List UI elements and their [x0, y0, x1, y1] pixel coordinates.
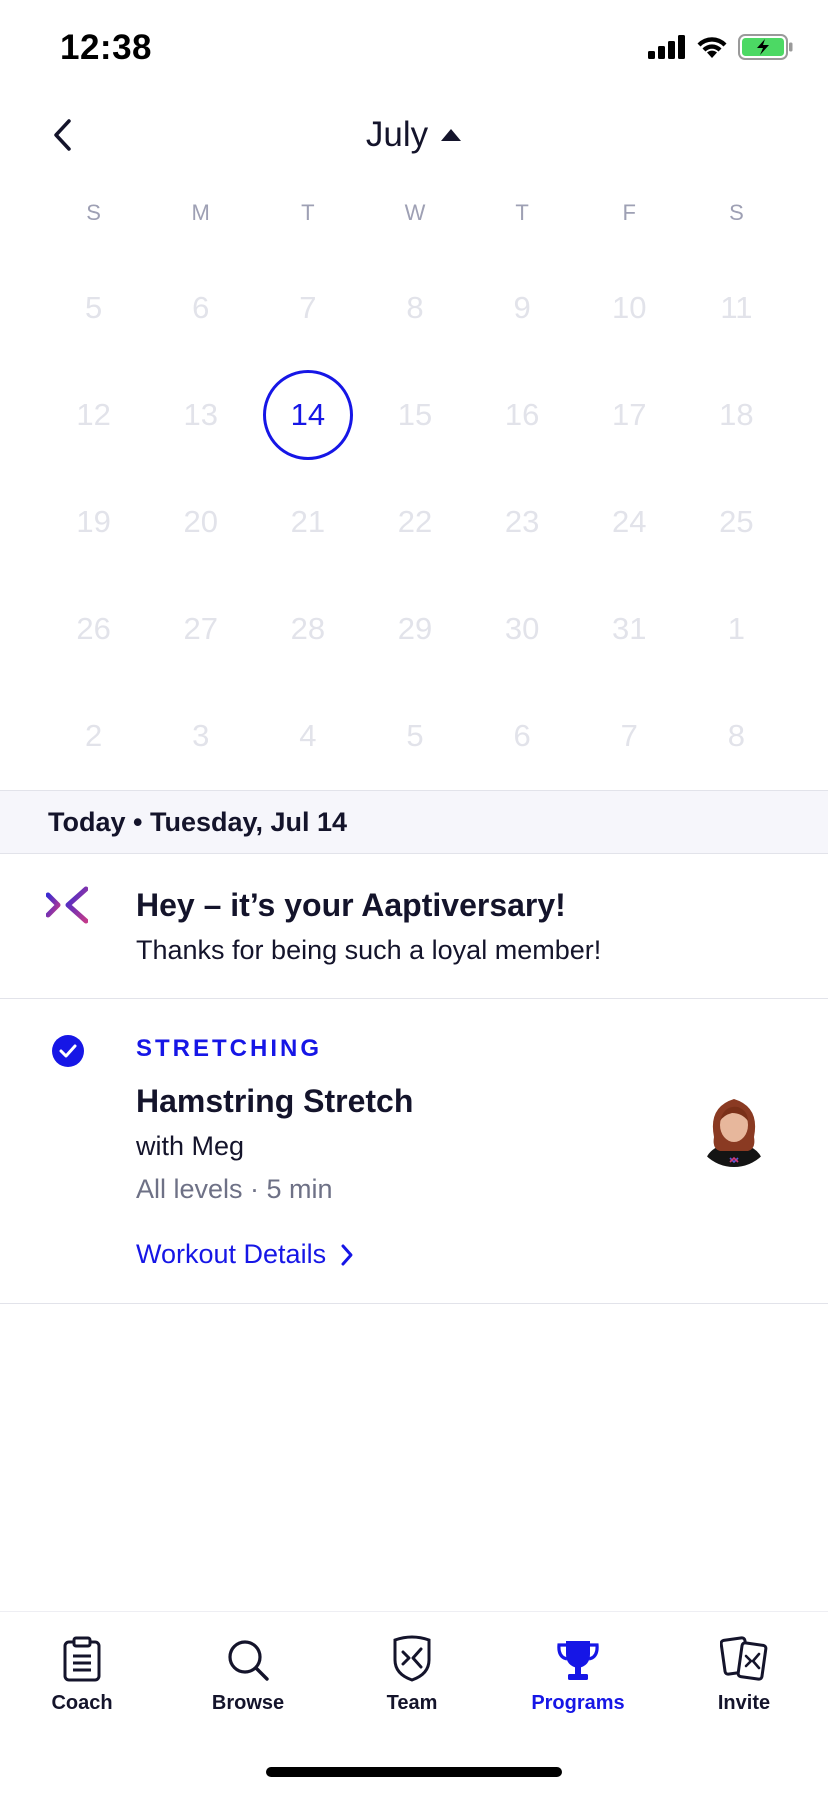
calendar-day-selected[interactable]: 14	[254, 361, 361, 468]
signal-icon	[648, 35, 685, 59]
weekday-label: S	[86, 200, 101, 225]
calendar-day: 5	[84, 289, 103, 325]
wifi-icon	[697, 37, 727, 58]
weekday-label: S	[729, 200, 744, 225]
search-icon	[228, 1640, 269, 1681]
calendar-day: 2	[84, 717, 103, 753]
tab-label: Coach	[51, 1692, 113, 1714]
caret-up-icon	[441, 129, 462, 141]
calendar-day: 7	[299, 289, 317, 325]
calendar-day: 18	[719, 396, 754, 432]
calendar-day: 31	[612, 610, 647, 646]
calendar-day: 6	[192, 289, 210, 325]
aaptiv-logo-icon	[46, 886, 88, 924]
calendar-day: 24	[612, 503, 647, 539]
calendar-day: 21	[290, 503, 326, 539]
calendar-day: 28	[290, 610, 326, 646]
weekday-label: T	[301, 200, 315, 225]
shield-icon	[393, 1635, 431, 1682]
tab-label: Invite	[717, 1692, 771, 1714]
calendar-day: 27	[183, 610, 218, 646]
tab-invite[interactable]: Invite	[669, 1626, 819, 1736]
calendar-day: 12	[76, 396, 111, 432]
calendar-day: 13	[183, 396, 218, 432]
tab-programs[interactable]: Programs	[503, 1626, 653, 1736]
calendar-day: 6	[513, 717, 531, 753]
chevron-left-icon	[54, 119, 71, 151]
status-icons	[648, 34, 794, 60]
tab-label: Team	[386, 1692, 438, 1714]
status-time: 12:38	[60, 28, 153, 67]
calendar-day: 29	[397, 610, 433, 646]
workout-details-link[interactable]: Workout Details	[136, 1239, 354, 1270]
calendar-day: 19	[76, 503, 111, 539]
calendar-day: 11	[720, 289, 753, 325]
calendar-day: 9	[513, 289, 531, 325]
tab-label: Programs	[531, 1692, 625, 1714]
today-date-label: Today • Tuesday, Jul 14	[48, 807, 348, 837]
workout-trainer: with Meg	[136, 1131, 245, 1161]
month-label: July	[365, 115, 429, 154]
calendar-day: 1	[727, 610, 746, 646]
selected-day-ring: 14	[262, 369, 353, 460]
aaptiversary-subtitle: Thanks for being such a loyal member!	[136, 935, 602, 965]
calendar-day: 23	[504, 503, 540, 539]
calendar-day: 8	[406, 289, 424, 325]
calendar-day: 17	[612, 396, 647, 432]
trophy-icon	[557, 1641, 599, 1680]
calendar-day: 4	[299, 717, 317, 753]
calendar-day: 15	[397, 396, 433, 432]
clipboard-icon	[63, 1636, 101, 1682]
weekday-row: S M T W T F S	[40, 200, 790, 226]
weekday-label: T	[515, 200, 529, 225]
aaptiversary-title: Hey – it’s your Aaptiversary!	[136, 887, 566, 923]
calendar-day: 16	[504, 396, 540, 432]
calendar-grid: 5 6 7 8 9 10 11 12 13 14 15 16 17 18 19 …	[40, 254, 790, 789]
weekday-label: W	[404, 200, 426, 225]
calendar-day: 3	[192, 717, 210, 753]
workout-meta: All levels · 5 min	[136, 1174, 333, 1204]
calendar-day: 7	[620, 717, 638, 753]
chevron-right-icon	[341, 1244, 353, 1265]
workout-details-label: Workout Details	[136, 1239, 327, 1269]
cards-icon	[720, 1636, 768, 1681]
calendar-day: 10	[612, 289, 647, 325]
workout-category: STRETCHING	[136, 1035, 322, 1062]
home-indicator	[266, 1767, 562, 1777]
completed-check-icon	[52, 1035, 84, 1067]
tab-browse[interactable]: Browse	[173, 1626, 323, 1736]
status-bar: 12:38	[0, 0, 828, 100]
tab-label: Browse	[211, 1692, 285, 1714]
tab-coach[interactable]: Coach	[7, 1626, 157, 1736]
bottom-tab-bar: Coach Browse Team Programs Invite	[0, 1611, 828, 1793]
calendar-day: 25	[719, 503, 754, 539]
calendar-day: 5	[406, 717, 424, 753]
calendar-day: 8	[727, 717, 746, 753]
back-button[interactable]	[42, 110, 82, 160]
calendar-header: July	[0, 100, 828, 170]
workout-card[interactable]: STRETCHING Hamstring Stretch with Meg Al…	[0, 999, 828, 1304]
calendar-day: 20	[183, 503, 218, 539]
aaptiversary-card: Hey – it’s your Aaptiversary! Thanks for…	[0, 853, 828, 999]
calendar-day: 22	[397, 503, 433, 539]
battery-icon	[738, 34, 793, 60]
month-selector[interactable]: July	[314, 110, 514, 160]
workout-title: Hamstring Stretch	[136, 1083, 414, 1119]
calendar-day: 26	[76, 610, 111, 646]
weekday-label: F	[622, 200, 636, 225]
trainer-avatar	[694, 1087, 774, 1167]
weekday-label: M	[191, 200, 210, 225]
today-date-bar: Today • Tuesday, Jul 14	[0, 790, 828, 854]
tab-team[interactable]: Team	[337, 1626, 487, 1736]
calendar-day: 30	[504, 610, 540, 646]
